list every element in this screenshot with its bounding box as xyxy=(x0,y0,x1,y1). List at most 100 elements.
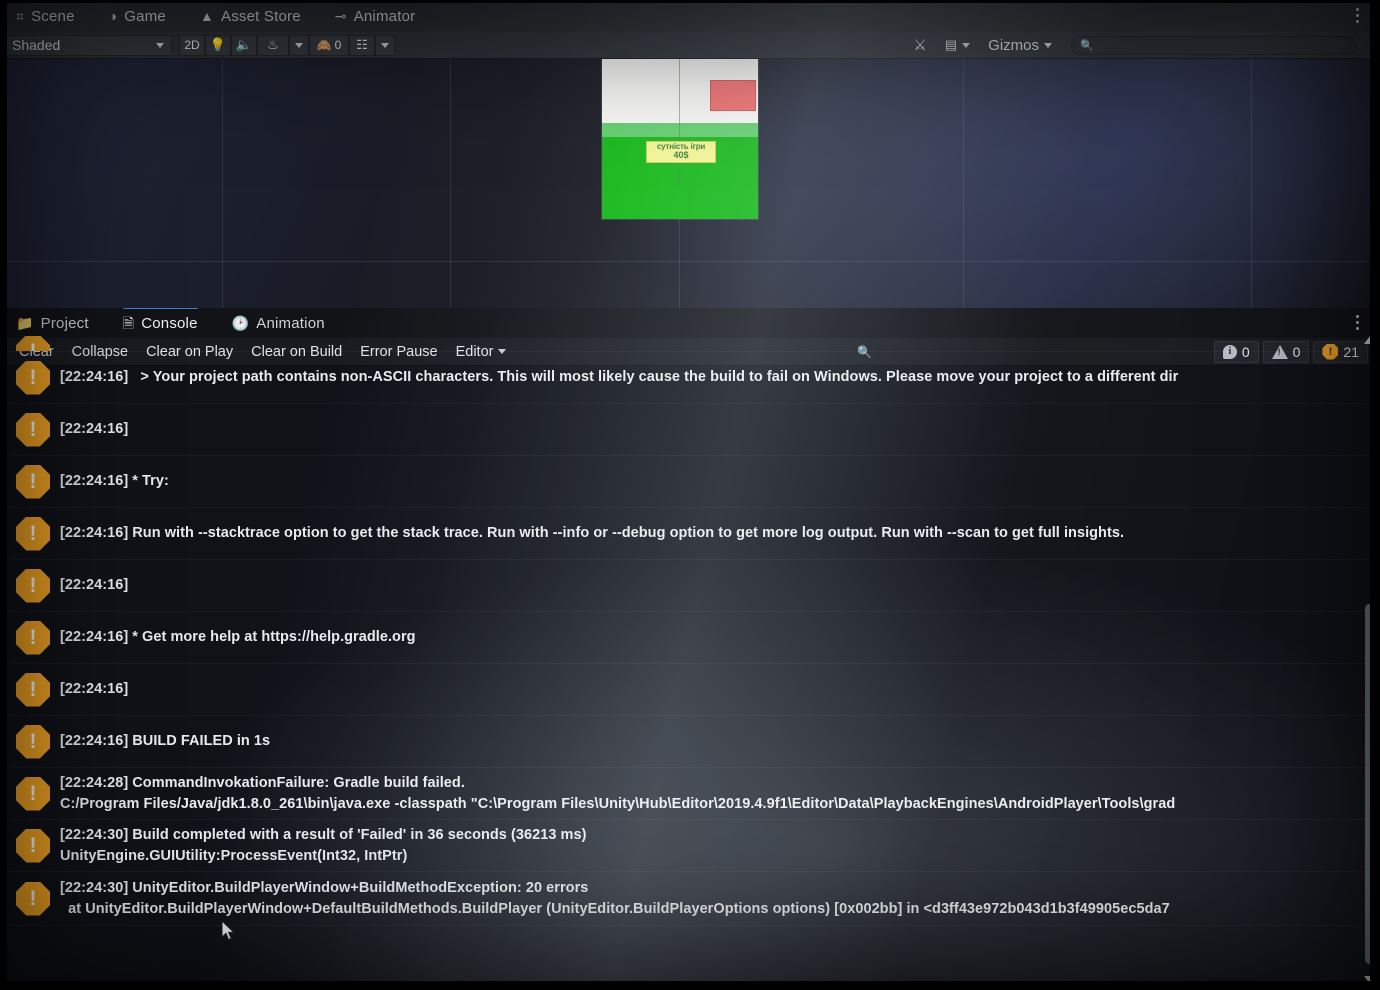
error-icon: ! xyxy=(16,724,50,759)
log-message: [22:24:30] Build completed with a result… xyxy=(60,825,1380,866)
log-entry[interactable]: ! [22:24:28] CommandInvokationFailure: G… xyxy=(0,768,1380,820)
log-message: [22:24:16] xyxy=(60,421,129,438)
clock-icon: 🕑 xyxy=(231,315,250,331)
log-line-2: at UnityEditor.BuildPlayerWindow+Default… xyxy=(60,900,1170,917)
tab-asset-store-label: Asset Store xyxy=(221,7,301,25)
game-object-red-box xyxy=(710,80,756,111)
chevron-down-icon xyxy=(295,42,303,48)
console-tabstrip: 📁 Project 🗎 Console 🕑 Animation xyxy=(0,308,1380,338)
log-entry[interactable]: ! [22:24:30] Build completed with a resu… xyxy=(0,820,1380,872)
error-icon: ! xyxy=(16,568,50,603)
kebab-menu-icon[interactable] xyxy=(1350,4,1364,26)
scene-view-tabstrip: ⌗ Scene ◑ Game ▲ Asset Store ⊸ Animator xyxy=(0,0,1380,32)
unity-editor-window: ⌗ Scene ◑ Game ▲ Asset Store ⊸ Animator … xyxy=(0,0,1380,990)
scene-visibility-caret[interactable] xyxy=(375,34,395,56)
scene-search-input[interactable]: 🔍 xyxy=(1071,35,1356,55)
scene-view-panel: ⌗ Scene ◑ Game ▲ Asset Store ⊸ Animator … xyxy=(0,0,1380,308)
tab-animation[interactable]: 🕑 Animation xyxy=(230,308,339,339)
log-entry-clipped[interactable]: ! xyxy=(0,336,1380,352)
scene-game-object[interactable]: сутність ігри 40$ xyxy=(602,59,758,219)
lighting-toggle-button[interactable]: 💡 xyxy=(205,34,231,56)
console-icon: 🗎 xyxy=(122,315,135,331)
grid-icon: ⌗ xyxy=(16,8,25,24)
camera-icon: ▤ xyxy=(944,37,958,52)
lightbulb-icon: 💡 xyxy=(209,37,227,52)
log-entry[interactable]: ! [22:24:16] > Your project path contain… xyxy=(0,352,1380,404)
two-d-label: 2D xyxy=(184,38,200,52)
log-message: [22:24:16] Run with --stacktrace option … xyxy=(60,525,1125,542)
gizmos-dropdown[interactable]: Gizmos xyxy=(980,35,1060,56)
log-entry[interactable]: ! [22:24:16] xyxy=(0,404,1380,456)
log-message: [22:24:16] BUILD FAILED in 1s xyxy=(60,733,271,750)
scroll-up-arrow-icon[interactable] xyxy=(1364,336,1376,344)
error-icon: ! xyxy=(16,516,50,551)
toggle-2d-button[interactable]: 2D xyxy=(179,34,205,56)
hidden-objects-button[interactable]: 🙈 0 xyxy=(309,34,349,56)
log-entry[interactable]: ! [22:24:16] Run with --stacktrace optio… xyxy=(0,508,1380,560)
effects-dropdown-caret[interactable] xyxy=(289,34,309,56)
scene-visibility-button[interactable]: ☷ xyxy=(349,34,375,56)
chevron-down-icon xyxy=(1044,42,1052,48)
tab-game-label: Game xyxy=(124,7,166,25)
error-icon: ! xyxy=(16,776,50,811)
tab-asset-store[interactable]: ▲ Asset Store xyxy=(198,0,315,32)
error-icon: ! xyxy=(16,881,50,916)
game-object-split-line xyxy=(679,59,680,184)
log-entry[interactable]: ! [22:24:30] UnityEditor.BuildPlayerWind… xyxy=(0,872,1380,926)
log-message: [22:24:16] > Your project path contains … xyxy=(60,369,1179,386)
log-line-2: C:/Program Files/Java/jdk1.8.0_261\bin\j… xyxy=(60,795,1176,812)
search-icon: 🔍 xyxy=(1080,39,1094,52)
tab-animation-label: Animation xyxy=(256,314,325,332)
error-icon: ! xyxy=(16,464,50,499)
error-icon: ! xyxy=(16,360,50,395)
tools-button[interactable]: ⚔ xyxy=(905,35,934,56)
scene-viewport[interactable]: сутність ігри 40$ xyxy=(0,59,1380,308)
tab-animator[interactable]: ⊸ Animator xyxy=(333,0,430,32)
camera-settings-button[interactable]: ▤ xyxy=(937,35,978,56)
eye-slash-icon: 🙈 xyxy=(316,38,332,52)
log-message: [22:24:28] CommandInvokationFailure: Gra… xyxy=(60,773,1380,814)
log-message: [22:24:16] * Get more help at https://he… xyxy=(60,629,416,646)
scrollbar-thumb[interactable] xyxy=(1365,604,1374,964)
tab-scene-label: Scene xyxy=(31,7,75,25)
tab-project-label: Project xyxy=(40,314,89,332)
scene-view-toolbar: Shaded 2D 💡 🔈 ♨ 🙈 0 ☷ ⚔ ▤ Gizmos 🔍 xyxy=(0,32,1380,59)
error-icon: ! xyxy=(16,412,50,447)
hidden-objects-count: 0 xyxy=(334,38,342,52)
draw-mode-dropdown[interactable]: Shaded xyxy=(4,34,172,56)
shopping-bag-icon: ▲ xyxy=(199,8,215,24)
game-object-ground-highlight xyxy=(602,123,758,137)
chevron-down-icon xyxy=(156,42,164,48)
gizmos-label: Gizmos xyxy=(988,36,1039,54)
gamepad-icon: ◑ xyxy=(108,8,118,24)
log-entry[interactable]: ! [22:24:16] xyxy=(0,560,1380,612)
scene-visibility-icon: ☷ xyxy=(356,37,368,52)
tab-project[interactable]: 📁 Project xyxy=(14,308,103,339)
log-line-1: [22:24:30] Build completed with a result… xyxy=(60,826,587,843)
log-message: [22:24:16] xyxy=(60,577,129,594)
effects-dropdown-button[interactable]: ♨ xyxy=(257,34,289,56)
log-entry[interactable]: ! [22:24:16] xyxy=(0,664,1380,716)
tab-scene[interactable]: ⌗ Scene xyxy=(14,0,89,32)
log-entry[interactable]: ! [22:24:16] BUILD FAILED in 1s xyxy=(0,716,1380,768)
tab-animator-label: Animator xyxy=(353,7,416,25)
log-entry[interactable]: ! [22:24:16] * Get more help at https://… xyxy=(0,612,1380,664)
folder-icon: 📁 xyxy=(16,315,34,331)
console-log-list[interactable]: ! ! [22:24:16] > Your project path conta… xyxy=(0,336,1380,990)
audio-toggle-button[interactable]: 🔈 xyxy=(231,34,257,56)
error-icon: ! xyxy=(16,672,50,707)
effects-icon: ♨ xyxy=(267,37,279,52)
console-scrollbar[interactable] xyxy=(1363,336,1376,984)
chevron-down-icon xyxy=(962,42,971,48)
scroll-down-arrow-icon[interactable] xyxy=(1364,976,1376,984)
price-label-line2: 40$ xyxy=(673,150,689,161)
log-entry[interactable]: ! [22:24:16] * Try: xyxy=(0,456,1380,508)
tab-console[interactable]: 🗎 Console xyxy=(121,308,212,339)
chevron-down-icon xyxy=(381,42,389,48)
tab-game[interactable]: ◑ Game xyxy=(107,0,180,32)
console-panel: 📁 Project 🗎 Console 🕑 Animation Clear Co… xyxy=(0,308,1380,990)
kebab-menu-icon[interactable] xyxy=(1350,311,1364,333)
error-icon: ! xyxy=(16,828,50,863)
log-message: [22:24:16] * Try: xyxy=(60,473,169,490)
log-line-1: [22:24:28] CommandInvokationFailure: Gra… xyxy=(60,774,465,791)
